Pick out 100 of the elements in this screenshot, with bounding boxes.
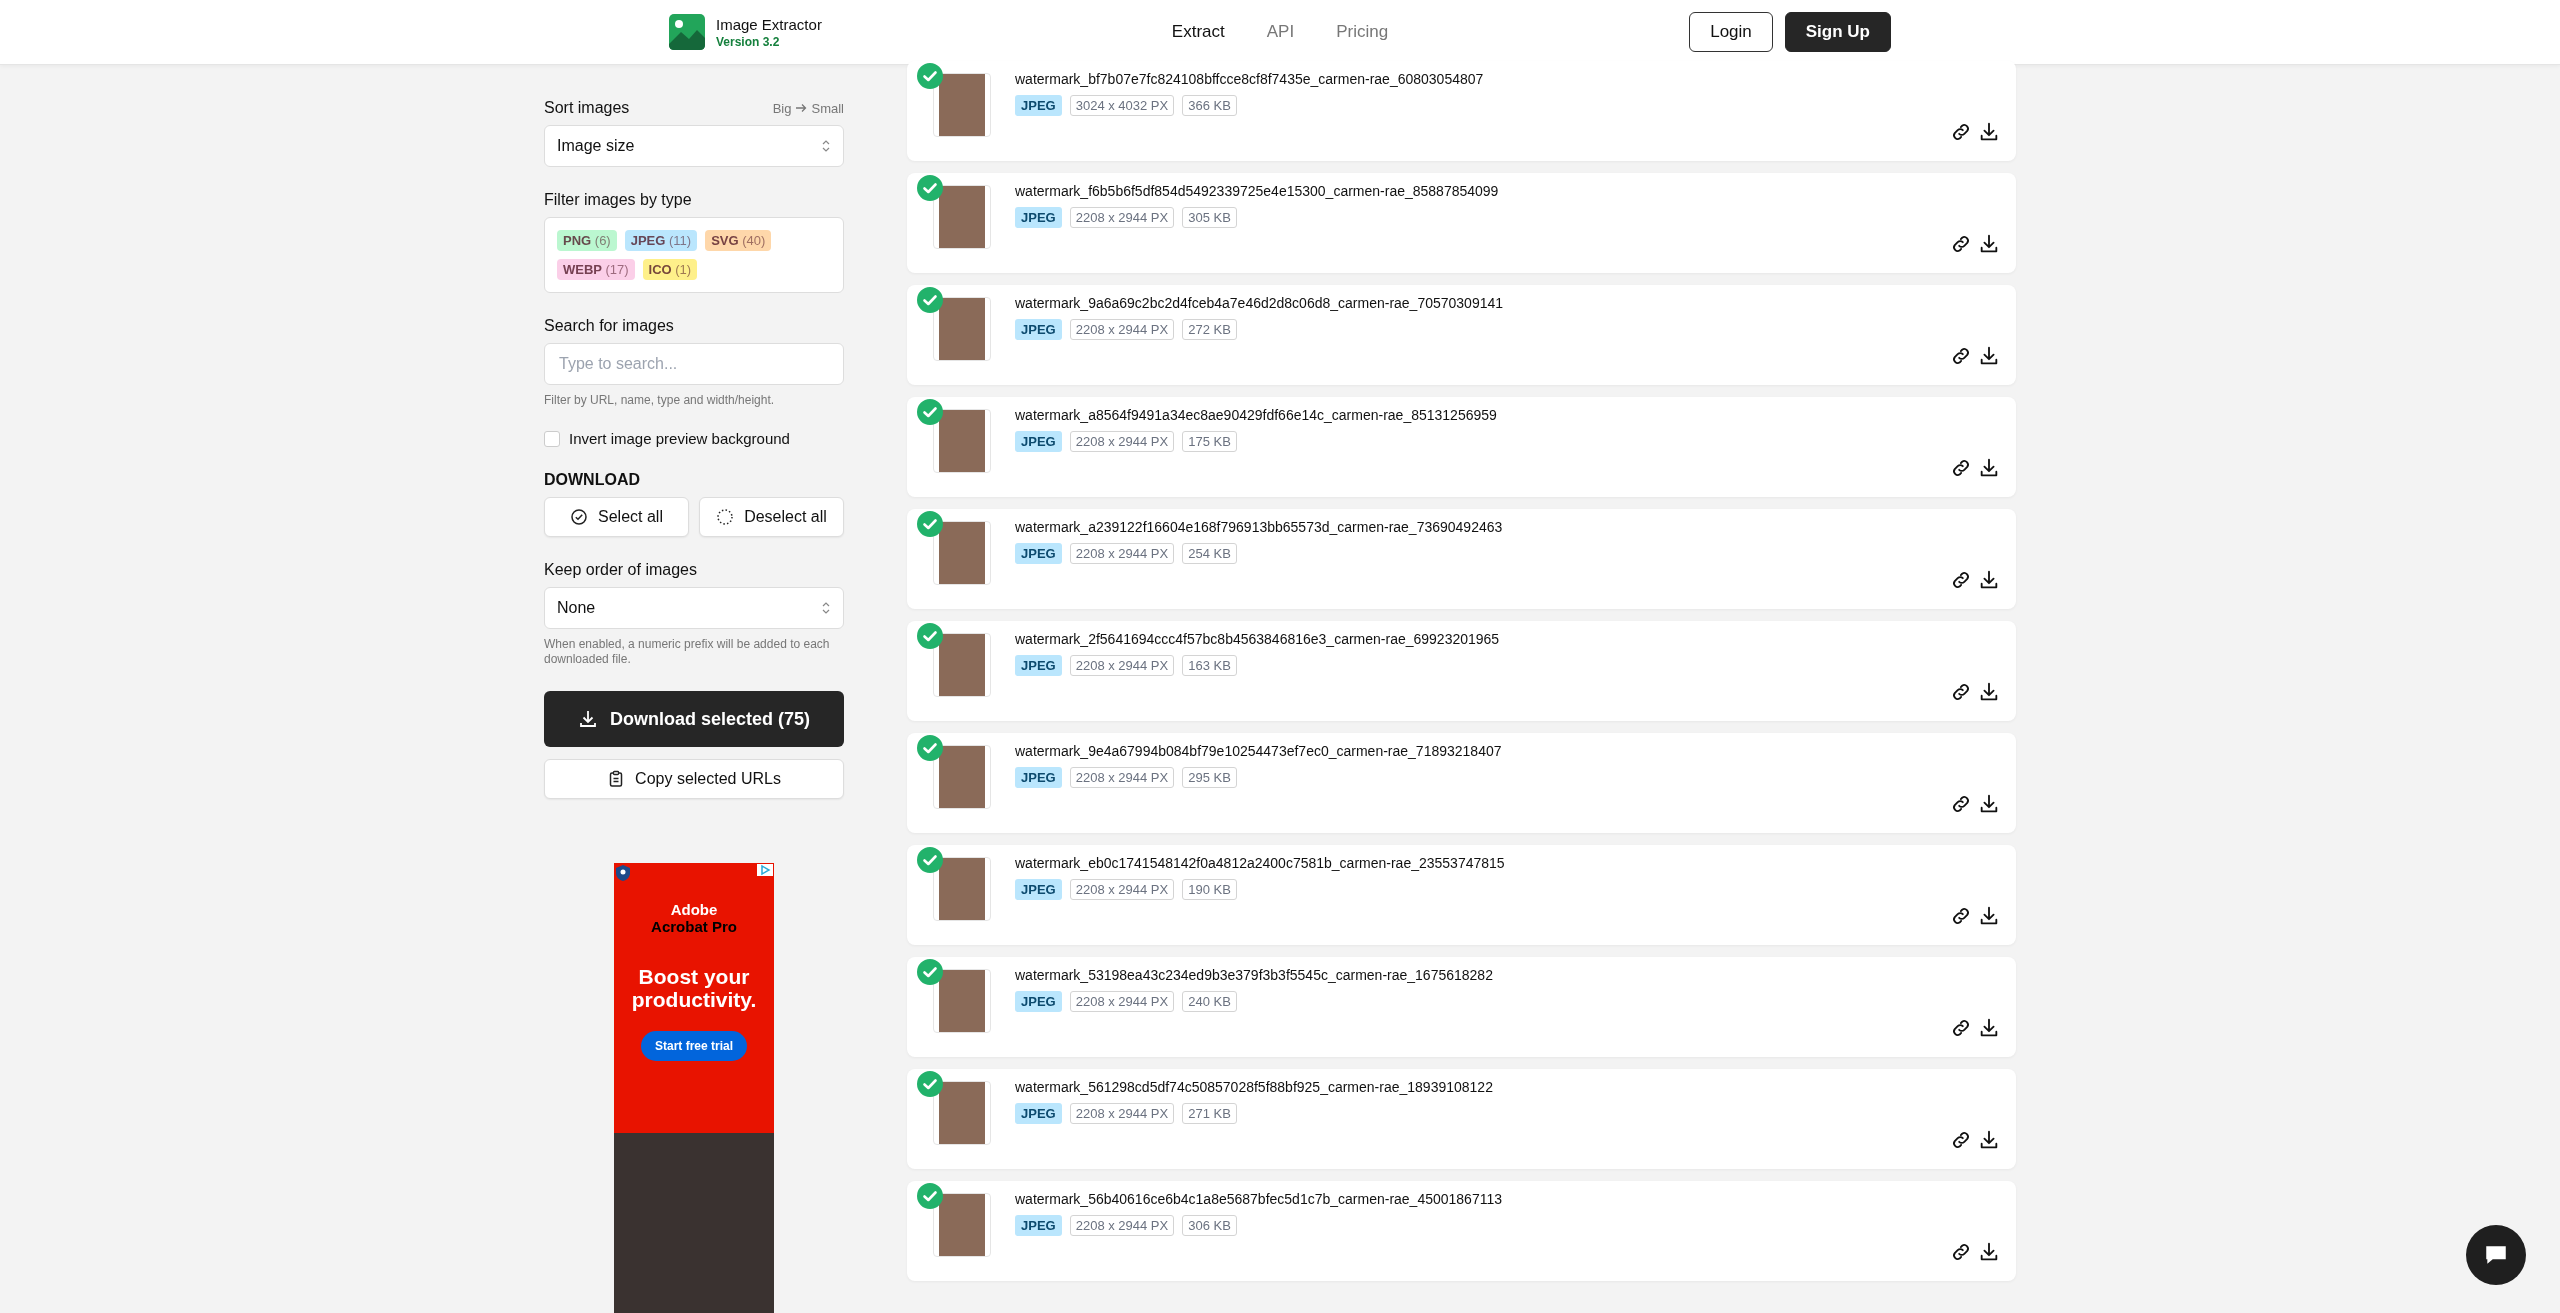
dashed-circle-icon: [716, 508, 735, 526]
selection-check-icon[interactable]: [917, 1183, 943, 1209]
download-icon[interactable]: [1978, 233, 2000, 255]
copy-urls-button[interactable]: Copy selected URLs: [544, 759, 844, 799]
download-icon: [577, 709, 598, 729]
link-icon[interactable]: [1950, 793, 1972, 815]
image-filename: watermark_56b40616ce6b4c1a8e5687bfec5d1c7b_carmen-rae_45001867113: [1015, 1191, 1503, 1207]
ad-banner[interactable]: Adobe Acrobat Pro Boost your productivity. Start free trial: [614, 863, 774, 1313]
download-icon[interactable]: [1978, 681, 2000, 703]
download-icon[interactable]: [1978, 345, 2000, 367]
dimensions-tag: 2208 x 2944 PX: [1069, 1215, 1175, 1236]
sort-hint-from: Big: [772, 100, 792, 116]
type-filter-tag[interactable]: ICO (1): [642, 259, 698, 280]
selection-check-icon[interactable]: [917, 511, 943, 537]
invert-checkbox[interactable]: [544, 430, 560, 447]
sort-select[interactable]: Image size: [544, 125, 844, 167]
link-icon[interactable]: [1950, 345, 1972, 367]
image-filename: watermark_f6b5b6f5df854d5492339725e4e15300_carmen-rae_85887854099: [1015, 183, 1500, 199]
photo-placeholder: [939, 1082, 985, 1144]
type-filter-tag[interactable]: WEBP (17): [557, 259, 635, 280]
ad-headline: Boost your productivity.: [630, 965, 758, 1011]
link-icon[interactable]: [1950, 1017, 1972, 1039]
photo-placeholder: [939, 746, 985, 808]
link-icon[interactable]: [1950, 681, 1972, 703]
type-tag: JPEG: [1015, 1103, 1062, 1124]
link-icon[interactable]: [1950, 905, 1972, 927]
selection-check-icon[interactable]: [917, 735, 943, 761]
download-selected-button[interactable]: Download selected (75): [544, 691, 844, 747]
ad-cta-button[interactable]: Start free trial: [641, 1031, 747, 1061]
link-icon[interactable]: [1950, 1129, 1972, 1151]
signup-button[interactable]: Sign Up: [1784, 12, 1891, 52]
search-label: Search for images: [544, 317, 675, 335]
image-filename: watermark_561298cd5df74c50857028f5f88bf925_carmen-rae_18939108122: [1015, 1079, 1494, 1095]
size-tag: 175 KB: [1182, 431, 1237, 452]
nav-link[interactable]: API: [1266, 22, 1295, 42]
selection-check-icon[interactable]: [917, 1071, 943, 1097]
ad-brand: Adobe: [670, 901, 718, 918]
selection-check-icon[interactable]: [917, 399, 943, 425]
type-filter-tag[interactable]: JPEG (11): [624, 230, 698, 251]
download-icon[interactable]: [1978, 457, 2000, 479]
photo-placeholder: [939, 858, 985, 920]
photo-placeholder: [939, 298, 985, 360]
dimensions-tag: 2208 x 2944 PX: [1069, 319, 1175, 340]
link-icon[interactable]: [1950, 121, 1972, 143]
selection-check-icon[interactable]: [917, 847, 943, 873]
size-tag: 271 KB: [1182, 1103, 1237, 1124]
dimensions-tag: 2208 x 2944 PX: [1069, 991, 1175, 1012]
size-tag: 305 KB: [1182, 207, 1237, 228]
type-filter-tag[interactable]: SVG (40): [705, 230, 772, 251]
sort-hint-to: Small: [811, 100, 844, 116]
select-all-button[interactable]: Select all: [544, 497, 689, 537]
ad-product: Acrobat Pro: [651, 918, 737, 935]
deselect-all-button[interactable]: Deselect all: [699, 497, 844, 537]
ad-choices-icon: [757, 864, 773, 876]
shield-icon: [616, 865, 630, 881]
download-icon[interactable]: [1978, 1129, 2000, 1151]
type-tag: JPEG: [1015, 207, 1062, 228]
selection-check-icon[interactable]: [917, 63, 943, 89]
type-filter-tag[interactable]: PNG (6): [557, 230, 617, 251]
nav-link[interactable]: Extract: [1171, 22, 1225, 42]
search-help: Filter by URL, name, type and width/height.: [544, 393, 776, 408]
selection-check-icon[interactable]: [917, 959, 943, 985]
download-icon[interactable]: [1978, 793, 2000, 815]
dimensions-tag: 2208 x 2944 PX: [1069, 207, 1175, 228]
download-icon[interactable]: [1978, 1241, 2000, 1263]
link-icon[interactable]: [1950, 233, 1972, 255]
type-tag: JPEG: [1015, 879, 1062, 900]
size-tag: 272 KB: [1182, 319, 1237, 340]
download-icon[interactable]: [1978, 121, 2000, 143]
order-help: When enabled, a numeric prefix will be added to each downloaded file.: [544, 637, 831, 667]
dimensions-tag: 2208 x 2944 PX: [1069, 655, 1175, 676]
photo-placeholder: [939, 970, 985, 1032]
size-tag: 295 KB: [1182, 767, 1237, 788]
type-tag: JPEG: [1015, 431, 1062, 452]
type-tag: JPEG: [1015, 655, 1062, 676]
size-tag: 366 KB: [1182, 95, 1237, 116]
order-select[interactable]: None: [544, 587, 844, 629]
search-field[interactable]: Type to search...: [544, 343, 844, 385]
dimensions-tag: 3024 x 4032 PX: [1069, 95, 1175, 116]
type-tag: JPEG: [1015, 543, 1062, 564]
dimensions-tag: 2208 x 2944 PX: [1069, 431, 1175, 452]
login-button[interactable]: Login: [1689, 12, 1773, 52]
selection-check-icon[interactable]: [917, 175, 943, 201]
invert-label: Invert image preview background: [569, 430, 790, 447]
selection-check-icon[interactable]: [917, 287, 943, 313]
photo-placeholder: [939, 410, 985, 472]
photo-placeholder: [939, 186, 985, 248]
download-icon[interactable]: [1978, 569, 2000, 591]
download-icon[interactable]: [1978, 1017, 2000, 1039]
link-icon[interactable]: [1950, 1241, 1972, 1263]
type-tag: JPEG: [1015, 319, 1062, 340]
selection-check-icon[interactable]: [917, 623, 943, 649]
photo-placeholder: [939, 74, 985, 136]
link-icon[interactable]: [1950, 569, 1972, 591]
link-icon[interactable]: [1950, 457, 1972, 479]
size-tag: 190 KB: [1182, 879, 1237, 900]
order-label: Keep order of images: [544, 561, 698, 579]
download-icon[interactable]: [1978, 905, 2000, 927]
chat-button[interactable]: [2466, 1225, 2526, 1285]
nav-link[interactable]: Pricing: [1336, 22, 1389, 42]
